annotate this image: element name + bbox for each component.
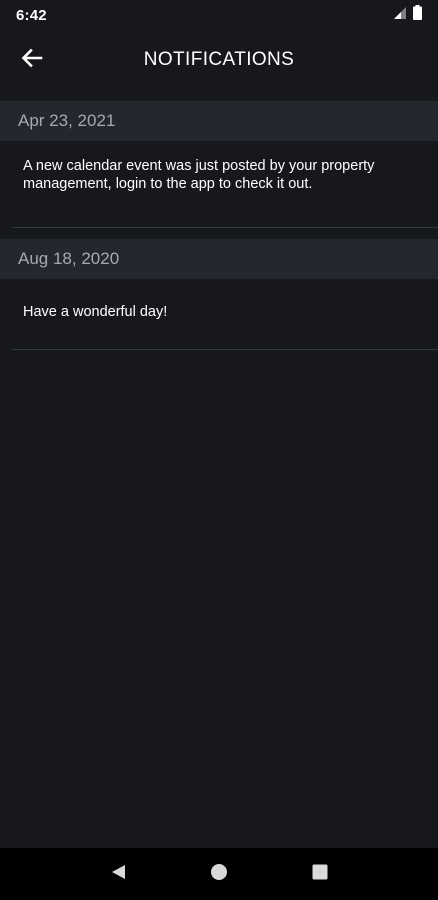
status-icons [393,5,422,25]
back-button[interactable] [14,42,50,78]
divider [12,349,438,350]
status-time: 6:42 [16,6,47,24]
date-header: Aug 18, 2020 [0,239,438,279]
back-triangle-icon [109,863,127,886]
app-bar: NOTIFICATIONS [0,30,438,90]
home-circle-icon [210,863,228,886]
system-nav-bar [0,848,438,900]
divider [12,227,438,228]
page-title: NOTIFICATIONS [143,49,295,70]
notification-message[interactable]: A new calendar event was just posted by … [0,141,438,227]
nav-home-button[interactable] [199,854,239,894]
status-bar: 6:42 [0,0,438,30]
notification-message[interactable]: Have a wonderful day! [0,279,438,349]
notifications-screen: 6:42 NOTIFICATIONS Apr 23, 2021 A new ca… [0,0,438,900]
recents-square-icon [311,863,329,886]
date-header: Apr 23, 2021 [0,101,438,141]
signal-icon [393,6,407,25]
nav-recents-button[interactable] [300,854,340,894]
battery-icon [413,5,422,25]
back-arrow-icon [21,47,43,74]
nav-back-button[interactable] [98,854,138,894]
notification-list: Apr 23, 2021 A new calendar event was ju… [0,101,438,350]
